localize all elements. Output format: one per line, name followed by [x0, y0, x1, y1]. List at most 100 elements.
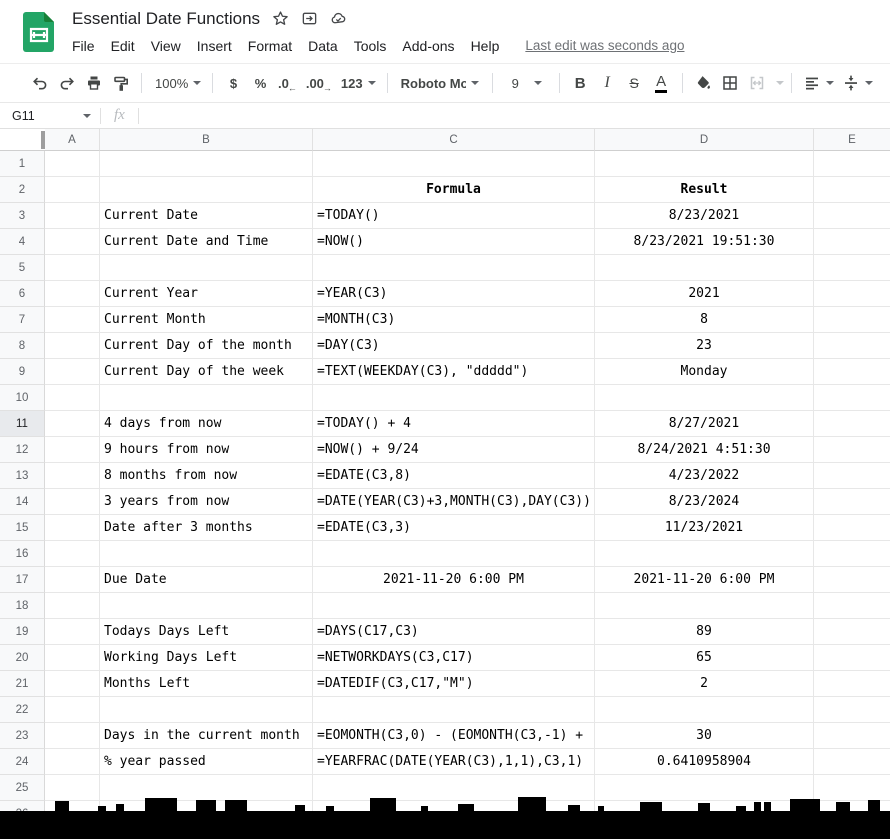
cell-D6[interactable]: 2021 — [595, 281, 814, 307]
font-family-select[interactable]: Roboto Mo... — [395, 69, 485, 97]
cell-A21[interactable] — [45, 671, 100, 697]
cell-A18[interactable] — [45, 593, 100, 619]
menu-view[interactable]: View — [143, 38, 189, 54]
vertical-align-button[interactable] — [838, 69, 877, 97]
cell-C10[interactable] — [313, 385, 595, 411]
cell-B9[interactable]: Current Day of the week — [100, 359, 313, 385]
cell-B1[interactable] — [100, 151, 313, 177]
menu-insert[interactable]: Insert — [189, 38, 240, 54]
cell-A13[interactable] — [45, 463, 100, 489]
menu-edit[interactable]: Edit — [103, 38, 143, 54]
row-header-12[interactable]: 12 — [0, 437, 45, 463]
cell-A20[interactable] — [45, 645, 100, 671]
row-header-3[interactable]: 3 — [0, 203, 45, 229]
document-title[interactable]: Essential Date Functions — [72, 9, 260, 29]
formula-input[interactable] — [139, 103, 890, 128]
cell-C9[interactable]: =TEXT(WEEKDAY(C3), "ddddd") — [313, 359, 595, 385]
sheets-logo-icon[interactable] — [20, 10, 58, 54]
row-header-10[interactable]: 10 — [0, 385, 45, 411]
cell-B16[interactable] — [100, 541, 313, 567]
cell-C14[interactable]: =DATE(YEAR(C3)+3,MONTH(C3),DAY(C3)) — [313, 489, 595, 515]
cell-C12[interactable]: =NOW() + 9/24 — [313, 437, 595, 463]
cell-A6[interactable] — [45, 281, 100, 307]
cell-A5[interactable] — [45, 255, 100, 281]
print-button[interactable] — [80, 69, 107, 97]
cell-E16[interactable] — [814, 541, 890, 567]
cell-D18[interactable] — [595, 593, 814, 619]
cell-E17[interactable] — [814, 567, 890, 593]
cell-C8[interactable]: =DAY(C3) — [313, 333, 595, 359]
increase-decimal-button[interactable]: .00→ — [302, 69, 337, 97]
menu-tools[interactable]: Tools — [346, 38, 395, 54]
cell-B10[interactable] — [100, 385, 313, 411]
paint-format-button[interactable] — [107, 69, 134, 97]
name-box[interactable]: G11 — [0, 103, 100, 128]
cell-E20[interactable] — [814, 645, 890, 671]
cell-E6[interactable] — [814, 281, 890, 307]
cell-A19[interactable] — [45, 619, 100, 645]
menu-data[interactable]: Data — [300, 38, 346, 54]
cell-D8[interactable]: 23 — [595, 333, 814, 359]
row-header-21[interactable]: 21 — [0, 671, 45, 697]
cell-A2[interactable] — [45, 177, 100, 203]
cell-B19[interactable]: Todays Days Left — [100, 619, 313, 645]
cell-A10[interactable] — [45, 385, 100, 411]
cell-A7[interactable] — [45, 307, 100, 333]
cell-B18[interactable] — [100, 593, 313, 619]
cell-C17[interactable]: 2021-11-20 6:00 PM — [313, 567, 595, 593]
cell-C20[interactable]: =NETWORKDAYS(C3,C17) — [313, 645, 595, 671]
cell-E18[interactable] — [814, 593, 890, 619]
cell-C1[interactable] — [313, 151, 595, 177]
cell-D15[interactable]: 11/23/2021 — [595, 515, 814, 541]
row-header-5[interactable]: 5 — [0, 255, 45, 281]
borders-button[interactable] — [717, 69, 744, 97]
cell-E24[interactable] — [814, 749, 890, 775]
menu-help[interactable]: Help — [463, 38, 508, 54]
cell-C7[interactable]: =MONTH(C3) — [313, 307, 595, 333]
cell-E19[interactable] — [814, 619, 890, 645]
cell-B3[interactable]: Current Date — [100, 203, 313, 229]
cell-E3[interactable] — [814, 203, 890, 229]
row-header-2[interactable]: 2 — [0, 177, 45, 203]
cell-B13[interactable]: 8 months from now — [100, 463, 313, 489]
cell-E5[interactable] — [814, 255, 890, 281]
cell-A3[interactable] — [45, 203, 100, 229]
cell-E14[interactable] — [814, 489, 890, 515]
more-formats-button[interactable]: 123 — [337, 69, 380, 97]
cell-A1[interactable] — [45, 151, 100, 177]
cell-D20[interactable]: 65 — [595, 645, 814, 671]
cloud-status-icon[interactable] — [330, 10, 347, 27]
cell-C24[interactable]: =YEARFRAC(DATE(YEAR(C3),1,1),C3,1) — [313, 749, 595, 775]
column-header-A[interactable]: A — [45, 129, 100, 151]
cell-E2[interactable] — [814, 177, 890, 203]
cell-A11[interactable] — [45, 411, 100, 437]
star-icon[interactable] — [272, 10, 289, 27]
cell-B22[interactable] — [100, 697, 313, 723]
cell-C22[interactable] — [313, 697, 595, 723]
cell-D11[interactable]: 8/27/2021 — [595, 411, 814, 437]
cell-D25[interactable] — [595, 775, 814, 801]
cell-A25[interactable] — [45, 775, 100, 801]
cell-D12[interactable]: 8/24/2021 4:51:30 — [595, 437, 814, 463]
currency-format-button[interactable]: $ — [220, 69, 247, 97]
row-header-6[interactable]: 6 — [0, 281, 45, 307]
row-header-8[interactable]: 8 — [0, 333, 45, 359]
column-header-B[interactable]: B — [100, 129, 313, 151]
cell-B21[interactable]: Months Left — [100, 671, 313, 697]
cell-E7[interactable] — [814, 307, 890, 333]
italic-button[interactable]: I — [594, 69, 621, 97]
cell-E21[interactable] — [814, 671, 890, 697]
cell-D21[interactable]: 2 — [595, 671, 814, 697]
horizontal-align-button[interactable] — [799, 69, 838, 97]
cell-B7[interactable]: Current Month — [100, 307, 313, 333]
cell-D7[interactable]: 8 — [595, 307, 814, 333]
cell-A24[interactable] — [45, 749, 100, 775]
row-header-11[interactable]: 11 — [0, 411, 45, 437]
cell-B6[interactable]: Current Year — [100, 281, 313, 307]
column-header-C[interactable]: C — [313, 129, 595, 151]
cell-E4[interactable] — [814, 229, 890, 255]
row-header-9[interactable]: 9 — [0, 359, 45, 385]
cell-B15[interactable]: Date after 3 months — [100, 515, 313, 541]
cell-D17[interactable]: 2021-11-20 6:00 PM — [595, 567, 814, 593]
menu-file[interactable]: File — [72, 38, 103, 54]
